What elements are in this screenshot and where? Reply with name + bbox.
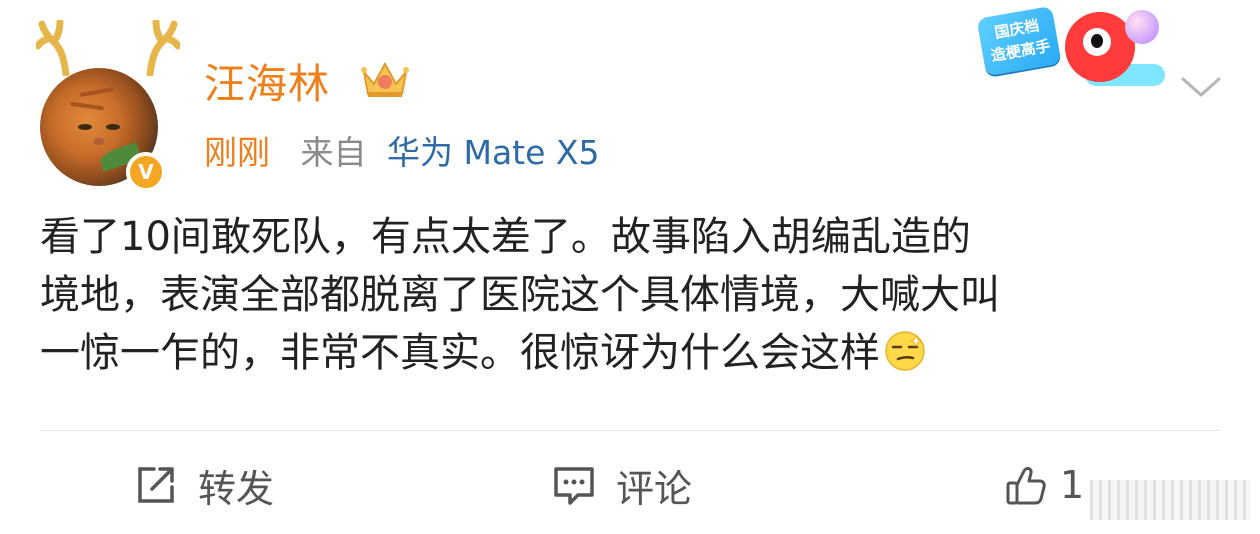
repost-icon bbox=[138, 467, 174, 503]
comment-icon bbox=[554, 467, 594, 505]
post-text-line: 一惊一乍的，非常不真实。很惊讶为什么会这样 bbox=[40, 324, 1230, 382]
source-label: 来自 bbox=[300, 133, 367, 172]
like-button[interactable]: 1 bbox=[1002, 455, 1084, 515]
chevron-down-icon[interactable] bbox=[1180, 76, 1222, 98]
antler-decoration-icon bbox=[36, 20, 70, 76]
verified-badge-icon: V bbox=[126, 152, 166, 192]
repost-label: 转发 bbox=[198, 466, 275, 511]
blurred-overlay bbox=[1090, 480, 1250, 520]
antler-decoration-icon bbox=[146, 20, 180, 76]
post-text: 看了10间敢死队，有点太差了。故事陷入胡编乱造的 境地，表演全部都脱离了医院这个… bbox=[40, 208, 1230, 382]
comment-button[interactable]: 评论 bbox=[550, 455, 692, 515]
smirk-emoji-icon bbox=[885, 331, 925, 371]
source-device-link[interactable]: 华为 Mate X5 bbox=[387, 126, 600, 174]
like-count: 1 bbox=[1060, 463, 1085, 507]
crown-icon bbox=[361, 61, 409, 97]
post-text-line: 境地，表演全部都脱离了医院这个具体情境，大喊大叫 bbox=[40, 272, 1000, 318]
post-text-line: 看了10间敢死队，有点太差了。故事陷入胡编乱造的 bbox=[40, 214, 971, 260]
thumbs-up-icon bbox=[1006, 467, 1046, 505]
divider bbox=[40, 430, 1220, 431]
post-time: 刚刚 bbox=[204, 133, 270, 172]
sticker-badge: 国庆档 造梗高手 bbox=[976, 5, 1062, 77]
post-meta: 刚刚 来自 华为 Mate X5 bbox=[204, 126, 620, 174]
author-name[interactable]: 汪海林 bbox=[204, 50, 330, 110]
holiday-sticker-banner[interactable]: 国庆档 造梗高手 bbox=[975, 4, 1175, 90]
weibo-post-card: V 汪海林 刚刚 来自 华为 Mate X5 国庆档 造梗高手 看了10间敢死队… bbox=[0, 0, 1260, 534]
author-avatar-group[interactable]: V bbox=[30, 20, 180, 192]
post-text-line-text: 一惊一乍的，非常不真实。很惊讶为什么会这样 bbox=[40, 330, 880, 376]
bubble-icon bbox=[1125, 10, 1159, 44]
repost-button[interactable]: 转发 bbox=[132, 455, 274, 515]
comment-label: 评论 bbox=[616, 466, 693, 511]
